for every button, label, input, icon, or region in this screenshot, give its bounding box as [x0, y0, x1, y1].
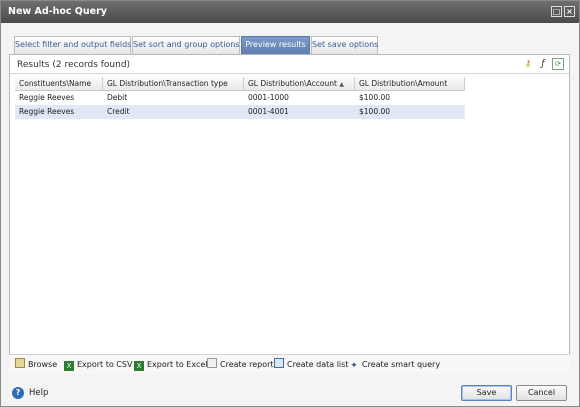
column-header-amount[interactable]: GL Distribution\Amount	[355, 77, 465, 91]
export-excel-button[interactable]: X Export to Excel	[134, 358, 208, 372]
key-icon[interactable]: ⚷	[522, 58, 534, 70]
cell-account: 0001-4001	[248, 107, 289, 116]
refresh-icon[interactable]: ⟳	[552, 58, 564, 70]
column-chooser-icon[interactable]: ƒ	[537, 58, 549, 70]
column-header-label: GL Distribution\Transaction type	[107, 79, 228, 88]
cell-amount: $100.00	[359, 93, 391, 102]
title-bar[interactable]: New Ad-hoc Query □ ×	[1, 1, 579, 23]
cell-name: Reggie Reeves	[19, 107, 75, 116]
column-header-name[interactable]: Constituents\Name	[15, 77, 103, 91]
excel-icon: X	[134, 361, 144, 371]
table-row[interactable]: Reggie Reeves Credit 0001-4001 $100.00	[15, 105, 465, 119]
export-csv-button[interactable]: X Export to CSV	[64, 358, 132, 372]
cell-account: 0001-1000	[248, 93, 289, 102]
create-data-list-button[interactable]: Create data list	[274, 358, 348, 372]
maximize-icon[interactable]: □	[551, 6, 562, 17]
smart-query-icon: ✦	[350, 361, 358, 371]
column-header-transaction-type[interactable]: GL Distribution\Transaction type	[103, 77, 244, 91]
results-count: Results (2 records found)	[17, 60, 131, 70]
button-label: Browse	[28, 360, 58, 369]
tab-sort-group[interactable]: Set sort and group options	[132, 36, 240, 54]
column-header-label: GL Distribution\Amount	[359, 79, 448, 88]
button-label: Create smart query	[362, 360, 441, 369]
button-label: Export to Excel	[147, 360, 208, 369]
cell-amount: $100.00	[359, 107, 391, 116]
save-button[interactable]: Save	[461, 385, 512, 401]
table-row[interactable]: Reggie Reeves Debit 0001-1000 $100.00	[15, 91, 465, 105]
tab-select-filter-output[interactable]: Select filter and output fields	[14, 36, 131, 54]
button-label: Export to CSV	[77, 360, 133, 369]
grid-header: Constituents\Name GL Distribution\Transa…	[15, 77, 465, 91]
sort-ascending-icon: ▲	[339, 81, 344, 88]
button-label: Create data list	[287, 360, 349, 369]
dialog-footer: ? Help Save Cancel	[1, 376, 579, 406]
results-toolbar: Browse X Export to CSV X Export to Excel C…	[9, 354, 570, 374]
column-header-label: GL Distribution\Account	[248, 79, 337, 88]
help-link[interactable]: Help	[29, 388, 48, 398]
column-header-account[interactable]: GL Distribution\Account ▲	[244, 77, 355, 91]
tab-label: Preview results	[245, 40, 306, 49]
create-report-button[interactable]: Create report	[207, 358, 274, 372]
window-title: New Ad-hoc Query	[8, 6, 107, 17]
cancel-button[interactable]: Cancel	[516, 385, 567, 401]
cell-name: Reggie Reeves	[19, 93, 75, 102]
button-label: Create report	[220, 360, 274, 369]
preview-results-panel: Results (2 records found) ⚷ ƒ ⟳ Constitu…	[9, 54, 570, 374]
cell-transaction-type: Debit	[107, 93, 128, 102]
close-icon[interactable]: ×	[564, 6, 575, 17]
tab-label: Select filter and output fields	[15, 40, 132, 49]
report-icon	[207, 358, 217, 368]
create-smart-query-button[interactable]: ✦ Create smart query	[349, 358, 440, 372]
cell-transaction-type: Credit	[107, 107, 130, 116]
tab-label: Set save options	[312, 40, 379, 49]
browse-button[interactable]: Browse	[15, 358, 57, 372]
tab-preview-results[interactable]: Preview results	[241, 36, 310, 54]
tab-save-options[interactable]: Set save options	[311, 36, 378, 54]
data-list-icon	[274, 358, 284, 368]
tab-label: Set sort and group options	[133, 40, 240, 49]
help-icon[interactable]: ?	[12, 387, 24, 399]
browse-icon	[15, 358, 25, 368]
ad-hoc-query-dialog: New Ad-hoc Query □ × Select filter and o…	[0, 0, 580, 407]
csv-icon: X	[64, 361, 74, 371]
results-header: Results (2 records found) ⚷ ƒ ⟳	[10, 55, 569, 74]
column-header-label: Constituents\Name	[19, 79, 92, 88]
